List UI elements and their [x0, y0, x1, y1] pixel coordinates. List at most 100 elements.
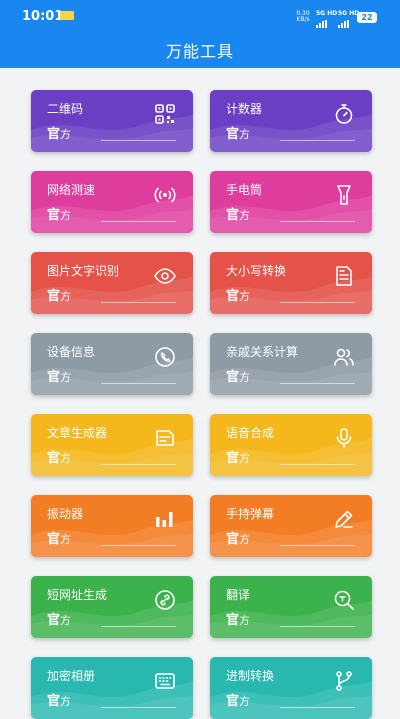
- tool-card-official: 官方: [47, 366, 71, 385]
- keyboard-icon: [153, 669, 177, 693]
- card-divider: [280, 383, 355, 384]
- official-bold-text: 官: [226, 127, 240, 142]
- official-bold-text: 官: [226, 532, 240, 547]
- branch-icon: [332, 669, 356, 693]
- tool-card-official: 官方: [226, 123, 250, 142]
- card-divider: [101, 545, 176, 546]
- card-divider: [101, 464, 176, 465]
- tool-card[interactable]: 设备信息官方: [31, 333, 193, 395]
- tool-card[interactable]: 二维码官方: [31, 90, 193, 152]
- official-bold-text: 官: [226, 694, 240, 709]
- official-text: 方: [239, 695, 251, 708]
- tool-card-label: 大小写转换: [226, 264, 287, 278]
- tool-card[interactable]: 振动器 官方: [31, 495, 193, 557]
- official-text: 方: [239, 371, 251, 384]
- official-bold-text: 官: [47, 289, 61, 304]
- page-title: 万能工具: [165, 42, 234, 61]
- tool-card-label: 进制转换: [226, 669, 275, 683]
- official-text: 方: [60, 209, 72, 222]
- card-divider: [280, 221, 355, 222]
- eye-icon: [153, 264, 177, 288]
- official-text: 方: [60, 452, 72, 465]
- battery-icon: 22: [357, 12, 377, 23]
- tool-card[interactable]: 计数器 官方: [210, 90, 372, 152]
- tool-card-label: 设备信息: [47, 345, 96, 359]
- tool-card-label: 亲戚关系计算: [226, 345, 299, 359]
- official-bold-text: 官: [47, 208, 61, 223]
- tool-card[interactable]: 手电筒 官方: [210, 171, 372, 233]
- official-bold-text: 官: [47, 451, 61, 466]
- tool-card-official: 官方: [47, 690, 71, 709]
- article-icon: [153, 426, 177, 450]
- official-text: 方: [239, 452, 251, 465]
- official-text: 方: [239, 533, 251, 546]
- official-bold-text: 官: [47, 370, 61, 385]
- app-header: 10:01 0.30 KB/s 5G HD 5G HD 22 万能工具: [0, 0, 400, 68]
- tool-card[interactable]: 手持弹幕官方: [210, 495, 372, 557]
- tool-card-label: 网络测速: [47, 183, 96, 197]
- network-speed: 0.30 KB/s: [296, 10, 310, 23]
- tool-card-label: 语音合成: [226, 426, 275, 440]
- tool-card[interactable]: 短网址生成 官方: [31, 576, 193, 638]
- pencil-icon: [332, 507, 356, 531]
- tool-card-official: 官方: [47, 609, 71, 628]
- official-text: 方: [60, 371, 72, 384]
- official-bold-text: 官: [47, 613, 61, 628]
- official-bold-text: 官: [226, 370, 240, 385]
- card-divider: [280, 302, 355, 303]
- official-text: 方: [239, 209, 251, 222]
- microphone-icon: [332, 426, 356, 450]
- tool-card-label: 计数器: [226, 102, 263, 116]
- signal-bars-icon: [338, 14, 350, 28]
- official-bold-text: 官: [226, 289, 240, 304]
- card-divider: [101, 626, 176, 627]
- tool-card-official: 官方: [226, 447, 250, 466]
- official-text: 方: [60, 533, 72, 546]
- official-bold-text: 官: [226, 613, 240, 628]
- tool-card-label: 二维码: [47, 102, 84, 116]
- card-divider: [280, 464, 355, 465]
- official-text: 方: [239, 614, 251, 627]
- tool-card-official: 官方: [226, 690, 250, 709]
- tool-card-official: 官方: [226, 366, 250, 385]
- card-divider: [101, 383, 176, 384]
- phone-icon: [153, 345, 177, 369]
- signal-icon: [153, 183, 177, 207]
- official-bold-text: 官: [226, 208, 240, 223]
- tool-card[interactable]: 图片文字识别 官方: [31, 252, 193, 314]
- status-bar: 10:01 0.30 KB/s 5G HD 5G HD 22: [0, 0, 400, 28]
- tool-card-official: 官方: [226, 609, 250, 628]
- card-divider: [101, 140, 176, 141]
- tool-card-official: 官方: [47, 204, 71, 223]
- tool-card[interactable]: 亲戚关系计算 官方: [210, 333, 372, 395]
- official-text: 方: [239, 290, 251, 303]
- signal-bars-icon: [316, 14, 328, 28]
- document-icon: [332, 264, 356, 288]
- card-divider: [280, 545, 355, 546]
- tool-card-label: 短网址生成: [47, 588, 108, 602]
- tool-card-label: 图片文字识别: [47, 264, 120, 278]
- official-text: 方: [60, 128, 72, 141]
- tool-card-official: 官方: [226, 204, 250, 223]
- tool-card-official: 官方: [47, 123, 71, 142]
- tool-card[interactable]: 进制转换官方: [210, 657, 372, 719]
- official-text: 方: [60, 290, 72, 303]
- tool-card-label: 加密相册: [47, 669, 96, 683]
- tool-card[interactable]: 翻译 官方: [210, 576, 372, 638]
- tool-card[interactable]: 大小写转换官方: [210, 252, 372, 314]
- tool-card-official: 官方: [226, 285, 250, 304]
- tool-card[interactable]: 网络测速官方: [31, 171, 193, 233]
- card-divider: [101, 302, 176, 303]
- tool-card-label: 手持弹幕: [226, 507, 275, 521]
- sim-icon: [60, 11, 74, 20]
- tool-card-official: 官方: [47, 285, 71, 304]
- qrcode-icon: [153, 102, 177, 126]
- translate-icon: [332, 588, 356, 612]
- tool-card[interactable]: 加密相册 官方: [31, 657, 193, 719]
- tool-card[interactable]: 文章生成器 官方: [31, 414, 193, 476]
- card-divider: [280, 626, 355, 627]
- tool-card[interactable]: 语音合成官方: [210, 414, 372, 476]
- status-time: 10:01: [22, 9, 64, 24]
- stopwatch-icon: [332, 102, 356, 126]
- bar-chart-icon: [153, 507, 177, 531]
